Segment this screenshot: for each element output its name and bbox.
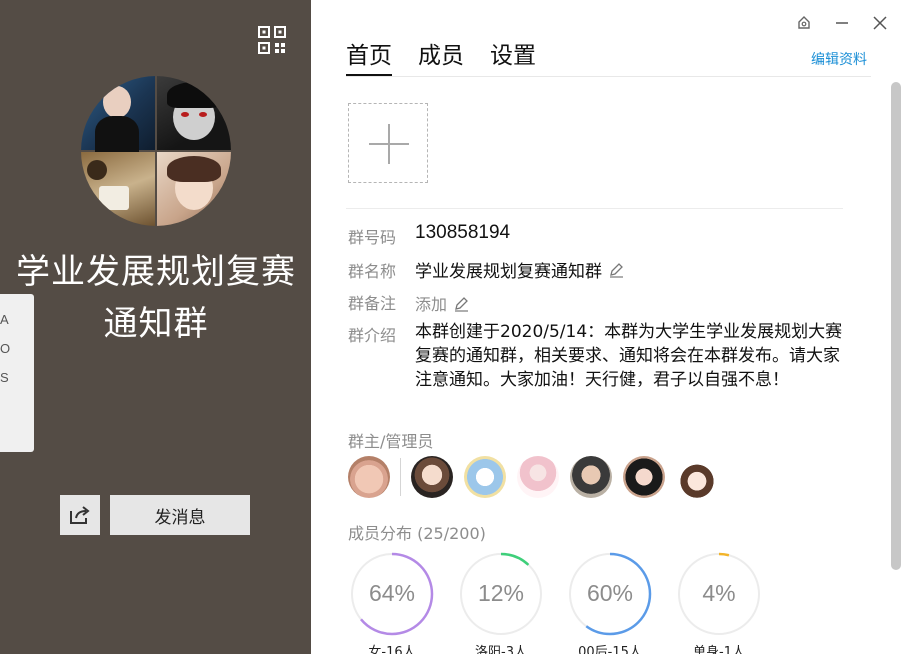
popup-item: S <box>0 370 9 385</box>
admin-avatar-4[interactable] <box>570 456 612 498</box>
ring-caption: 洛阳-3人 <box>475 645 527 654</box>
group-remark-add[interactable]: 添加 <box>415 295 447 314</box>
share-button[interactable] <box>60 495 100 535</box>
close-icon[interactable] <box>869 12 891 34</box>
ring-percent: 64% <box>368 580 416 606</box>
tab-settings[interactable]: 设置 <box>490 36 536 76</box>
scrollbar-thumb[interactable] <box>891 82 901 570</box>
ring-percent: 60% <box>586 580 634 606</box>
avatar-tile-4 <box>157 152 231 226</box>
divider <box>346 76 871 77</box>
distribution-ring[interactable]: 12% 洛阳-3人 <box>458 551 544 654</box>
ring-caption: 女-16人 <box>368 645 416 654</box>
admin-avatar-2[interactable] <box>464 456 506 498</box>
minimize-icon[interactable] <box>831 12 853 34</box>
ring-percent: 4% <box>702 580 736 606</box>
tab-members[interactable]: 成员 <box>418 36 464 76</box>
owner-avatar[interactable] <box>348 456 390 498</box>
group-detail-panel: 首页 成员 设置 编辑资料 群号码 130858194 群名称 学业发展规划复赛… <box>311 0 904 654</box>
admin-avatar-3[interactable] <box>517 456 559 498</box>
admin-avatar-list <box>348 456 729 498</box>
group-avatar[interactable] <box>81 76 231 226</box>
popup-item: A <box>0 312 9 327</box>
distribution-ring[interactable]: 60% 00后-15人 <box>567 551 653 654</box>
avatar-tile-2 <box>157 76 231 150</box>
group-id-label: 群号码 <box>348 228 397 247</box>
ring-percent: 12% <box>477 580 525 606</box>
admin-avatar-6[interactable] <box>676 456 718 498</box>
group-remark-label: 群备注 <box>348 294 397 313</box>
member-distribution-label: 成员分布 (25/200) <box>348 524 486 543</box>
avatar-tile-3 <box>81 152 155 226</box>
group-name-value: 学业发展规划复赛通知群 <box>415 262 602 282</box>
admins-label: 群主/管理员 <box>348 432 434 451</box>
qr-code-icon[interactable] <box>258 26 286 54</box>
owner-separator <box>400 458 401 496</box>
group-intro-text: 本群创建于2020/5/14：本群为大学生学业发展规划大赛复赛的通知群，相关要求… <box>415 322 843 390</box>
edit-pencil-icon[interactable] <box>453 296 469 316</box>
distribution-ring[interactable]: 64% 女-16人 <box>349 551 435 654</box>
distribution-ring[interactable]: 4% 单身-1人 <box>676 551 762 654</box>
ring-caption: 00后-15人 <box>578 645 642 654</box>
admin-avatar-1[interactable] <box>411 456 453 498</box>
admin-avatar-5[interactable] <box>623 456 665 498</box>
avatar-tile-1 <box>81 76 155 156</box>
group-intro-label: 群介绍 <box>348 326 397 345</box>
tab-home[interactable]: 首页 <box>346 36 392 76</box>
overlapping-popup-fragment: A O S <box>0 294 34 452</box>
group-remark-row[interactable]: 添加 <box>415 291 469 316</box>
add-photo-button[interactable] <box>348 103 428 183</box>
share-icon <box>70 506 90 524</box>
pin-window-icon[interactable] <box>793 12 815 34</box>
divider <box>346 208 843 209</box>
group-title: 学业发展规划复赛通知群 <box>16 252 296 344</box>
group-name-row: 学业发展规划复赛通知群 <box>415 257 624 283</box>
popup-item: O <box>0 341 11 356</box>
edit-pencil-icon[interactable] <box>608 262 624 283</box>
ring-caption: 单身-1人 <box>693 645 745 654</box>
send-message-button[interactable]: 发消息 <box>110 495 250 535</box>
edit-profile-link[interactable]: 编辑资料 <box>811 49 867 69</box>
tab-bar: 首页 成员 设置 <box>346 36 562 76</box>
group-name-label: 群名称 <box>348 262 397 281</box>
group-id-value: 130858194 <box>415 222 511 243</box>
group-profile-sidebar: 学业发展规划复赛通知群 A O S 发消息 <box>0 0 311 654</box>
